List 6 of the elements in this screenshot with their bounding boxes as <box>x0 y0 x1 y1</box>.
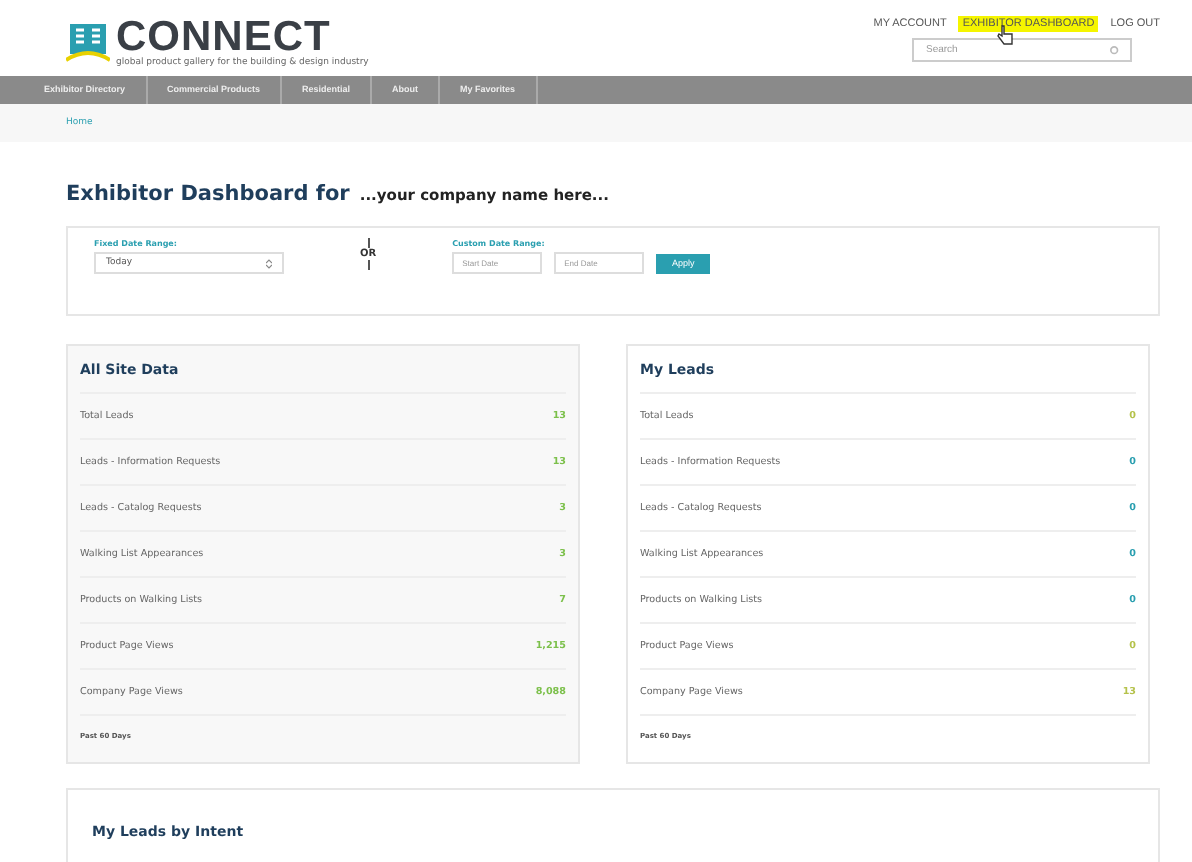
search-icon[interactable] <box>1110 45 1120 55</box>
page-title: Exhibitor Dashboard for <box>66 182 350 206</box>
hand-cursor-icon <box>995 24 1014 46</box>
logo-wordmark[interactable]: CONNECT <box>116 16 369 58</box>
building-logo-icon <box>66 22 110 62</box>
updown-caret-icon <box>266 257 272 269</box>
